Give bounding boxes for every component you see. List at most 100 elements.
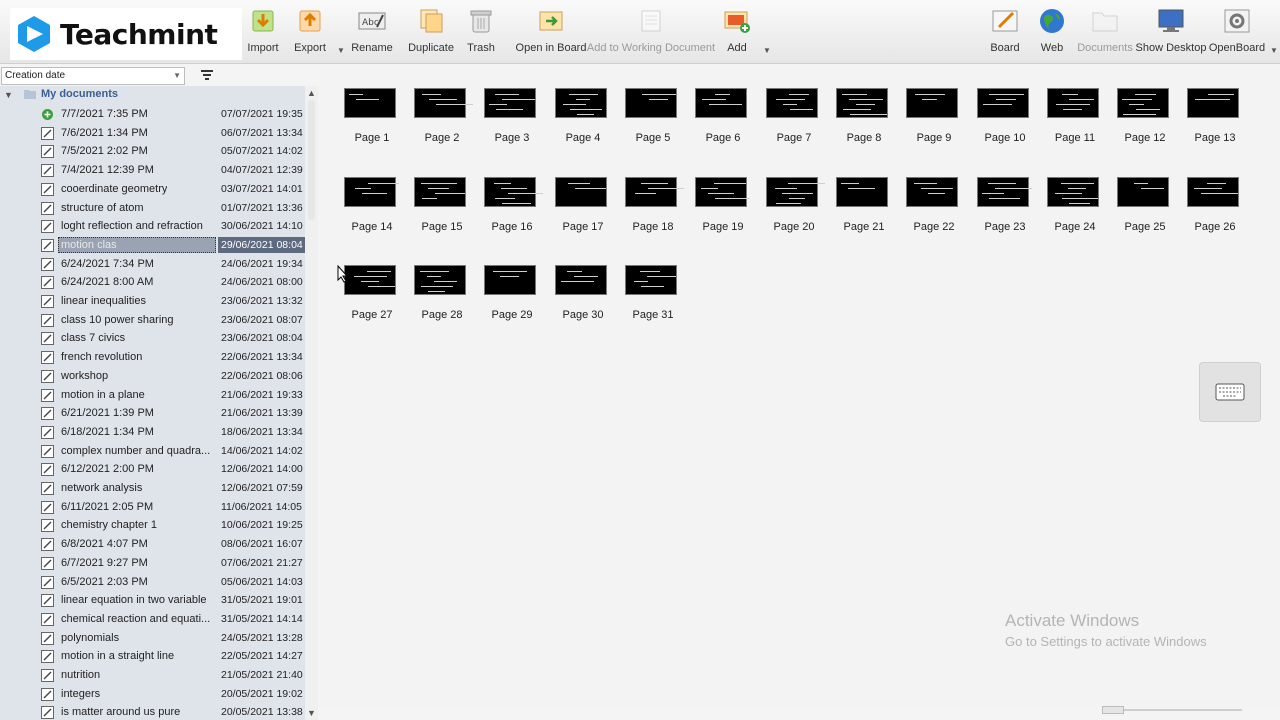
tree-scrollbar[interactable]: ▲ ▼ xyxy=(305,86,318,720)
page-thumbnail[interactable]: Page 21 xyxy=(834,177,904,237)
document-row[interactable]: class 7 civics 23/06/2021 08:04 xyxy=(0,329,305,348)
page-thumbnail[interactable]: Page 8 xyxy=(834,88,904,148)
document-row[interactable]: 6/8/2021 4:07 PM 08/06/2021 16:07 xyxy=(0,535,305,554)
board-button[interactable]: Board xyxy=(989,6,1021,58)
document-row[interactable]: structure of atom 01/07/2021 13:36 xyxy=(0,199,305,218)
document-row[interactable]: linear inequalities 23/06/2021 13:32 xyxy=(0,292,305,311)
page-preview xyxy=(977,88,1029,118)
document-row[interactable]: 6/24/2021 8:00 AM 24/06/2021 08:00 xyxy=(0,273,305,292)
add-button[interactable]: Add xyxy=(722,6,752,58)
document-row[interactable]: linear equation in two variable 31/05/202… xyxy=(0,591,305,610)
open-in-board-button[interactable]: Open in Board xyxy=(516,6,586,58)
document-row[interactable]: motion in a plane 21/06/2021 19:33 xyxy=(0,386,305,405)
horizontal-zoom-slider[interactable] xyxy=(1102,706,1242,714)
tree-root-my-documents[interactable]: ▼ My documents xyxy=(0,86,305,104)
document-row[interactable]: cooerdinate geometry 03/07/2021 14:01 xyxy=(0,180,305,199)
duplicate-button[interactable]: Duplicate xyxy=(408,6,454,58)
document-row[interactable]: french revolution 22/06/2021 13:34 xyxy=(0,348,305,367)
document-date: 21/06/2021 13:39 xyxy=(221,407,303,420)
document-row[interactable]: network analysis 12/06/2021 07:59 xyxy=(0,479,305,498)
page-label: Page 31 xyxy=(632,309,674,321)
page-thumbnail[interactable]: Page 29 xyxy=(482,265,552,325)
slider-knob[interactable] xyxy=(1102,706,1124,714)
page-thumbnail[interactable]: Page 19 xyxy=(693,177,763,237)
export-dropdown-arrow-icon[interactable]: ▼ xyxy=(337,46,345,55)
trash-button[interactable]: Trash xyxy=(466,6,496,58)
document-row[interactable]: 7/6/2021 1:34 PM 06/07/2021 13:34 xyxy=(0,124,305,143)
documents-button[interactable]: Documents xyxy=(1077,6,1133,58)
show-desktop-button[interactable]: Show Desktop xyxy=(1136,6,1206,58)
document-row[interactable]: 6/7/2021 9:27 PM 07/06/2021 21:27 xyxy=(0,554,305,573)
page-thumbnail[interactable]: Page 31 xyxy=(623,265,693,325)
page-thumbnail[interactable]: Page 17 xyxy=(553,177,623,237)
document-row[interactable]: 6/5/2021 2:03 PM 05/06/2021 14:03 xyxy=(0,573,305,592)
document-row[interactable]: loght reflection and refraction 30/06/202… xyxy=(0,217,305,236)
scrollbar-thumb[interactable] xyxy=(308,100,315,220)
add-to-working-document-button[interactable]: Add to Working Document xyxy=(587,6,715,58)
page-thumbnail[interactable]: Page 27 xyxy=(342,265,412,325)
page-thumbnail[interactable]: Page 6 xyxy=(693,88,763,148)
openboard-button[interactable]: OpenBoard xyxy=(1209,6,1265,58)
page-thumbnail[interactable]: Page 30 xyxy=(553,265,623,325)
virtual-keyboard-button[interactable] xyxy=(1199,362,1261,422)
document-row[interactable]: 6/24/2021 7:34 PM 24/06/2021 19:34 xyxy=(0,255,305,274)
page-thumbnail[interactable]: Page 26 xyxy=(1185,177,1255,237)
page-thumbnail[interactable]: Page 10 xyxy=(975,88,1045,148)
openboard-dropdown-arrow-icon[interactable]: ▼ xyxy=(1270,46,1278,55)
document-row[interactable]: polynomials 24/05/2021 13:28 xyxy=(0,629,305,648)
document-row[interactable]: chemistry chapter 1 10/06/2021 19:25 xyxy=(0,516,305,535)
document-row[interactable]: chemical reaction and equati... 31/05/202… xyxy=(0,610,305,629)
expand-triangle-icon[interactable]: ▼ xyxy=(4,90,13,100)
page-thumbnail[interactable]: Page 12 xyxy=(1115,88,1185,148)
page-thumbnail[interactable]: Page 24 xyxy=(1045,177,1115,237)
document-row[interactable]: 6/21/2021 1:39 PM 21/06/2021 13:39 xyxy=(0,404,305,423)
page-label: Page 26 xyxy=(1194,221,1236,233)
page-thumbnail[interactable]: Page 4 xyxy=(553,88,623,148)
page-thumbnail[interactable]: Page 28 xyxy=(412,265,482,325)
add-dropdown-arrow-icon[interactable]: ▼ xyxy=(763,46,771,55)
page-thumbnail[interactable]: Page 25 xyxy=(1115,177,1185,237)
filter-icon[interactable] xyxy=(200,68,214,82)
document-row[interactable]: class 10 power sharing 23/06/2021 08:07 xyxy=(0,311,305,330)
document-row[interactable]: complex number and quadra... 14/06/2021 1… xyxy=(0,442,305,461)
page-thumbnail[interactable]: Page 7 xyxy=(764,88,834,148)
scroll-up-arrow-icon[interactable]: ▲ xyxy=(307,88,316,98)
page-thumbnail[interactable]: Page 11 xyxy=(1045,88,1115,148)
document-row[interactable]: 7/7/2021 7:35 PM 07/07/2021 19:35 xyxy=(0,105,305,124)
page-label: Page 28 xyxy=(421,309,463,321)
document-edit-icon xyxy=(41,706,54,720)
page-thumbnail[interactable]: Page 3 xyxy=(482,88,552,148)
document-row[interactable]: 6/12/2021 2:00 PM 12/06/2021 14:00 xyxy=(0,460,305,479)
document-date: 04/07/2021 12:39 xyxy=(221,164,303,177)
page-preview xyxy=(414,265,466,295)
document-row[interactable]: integers 20/05/2021 19:02 xyxy=(0,685,305,704)
import-button[interactable]: Import xyxy=(246,6,280,58)
sort-select[interactable]: Creation date ▼ xyxy=(1,67,185,85)
page-thumbnail[interactable]: Page 22 xyxy=(904,177,974,237)
page-thumbnail[interactable]: Page 23 xyxy=(975,177,1045,237)
page-thumbnail[interactable]: Page 5 xyxy=(623,88,693,148)
page-thumbnail[interactable]: Page 15 xyxy=(412,177,482,237)
document-row[interactable]: nutrition 21/05/2021 21:40 xyxy=(0,666,305,685)
rename-button[interactable]: Abc Rename xyxy=(351,6,393,58)
page-thumbnail[interactable]: Page 16 xyxy=(482,177,552,237)
document-row[interactable]: is matter around us pure 20/05/2021 13:38 xyxy=(0,703,305,720)
export-button[interactable]: Export xyxy=(293,6,327,58)
document-row[interactable]: motion clas 29/06/2021 08:04 xyxy=(0,236,305,255)
scroll-down-arrow-icon[interactable]: ▼ xyxy=(307,708,316,718)
page-thumbnail[interactable]: Page 2 xyxy=(412,88,482,148)
page-thumbnail[interactable]: Page 20 xyxy=(764,177,834,237)
document-row[interactable]: motion in a straight line 22/05/2021 14:2… xyxy=(0,647,305,666)
document-row[interactable]: workshop 22/06/2021 08:06 xyxy=(0,367,305,386)
document-row[interactable]: 6/18/2021 1:34 PM 18/06/2021 13:34 xyxy=(0,423,305,442)
page-thumbnail[interactable]: Page 9 xyxy=(904,88,974,148)
document-row[interactable]: 7/4/2021 12:39 PM 04/07/2021 12:39 xyxy=(0,161,305,180)
page-thumbnail[interactable]: Page 1 xyxy=(342,88,412,148)
page-thumbnail[interactable]: Page 18 xyxy=(623,177,693,237)
page-thumbnail[interactable]: Page 13 xyxy=(1185,88,1255,148)
document-row[interactable]: 6/11/2021 2:05 PM 11/06/2021 14:05 xyxy=(0,498,305,517)
web-button[interactable]: Web xyxy=(1037,6,1067,58)
page-thumbnail[interactable]: Page 14 xyxy=(342,177,412,237)
document-name: 6/11/2021 2:05 PM xyxy=(61,500,154,513)
document-row[interactable]: 7/5/2021 2:02 PM 05/07/2021 14:02 xyxy=(0,142,305,161)
